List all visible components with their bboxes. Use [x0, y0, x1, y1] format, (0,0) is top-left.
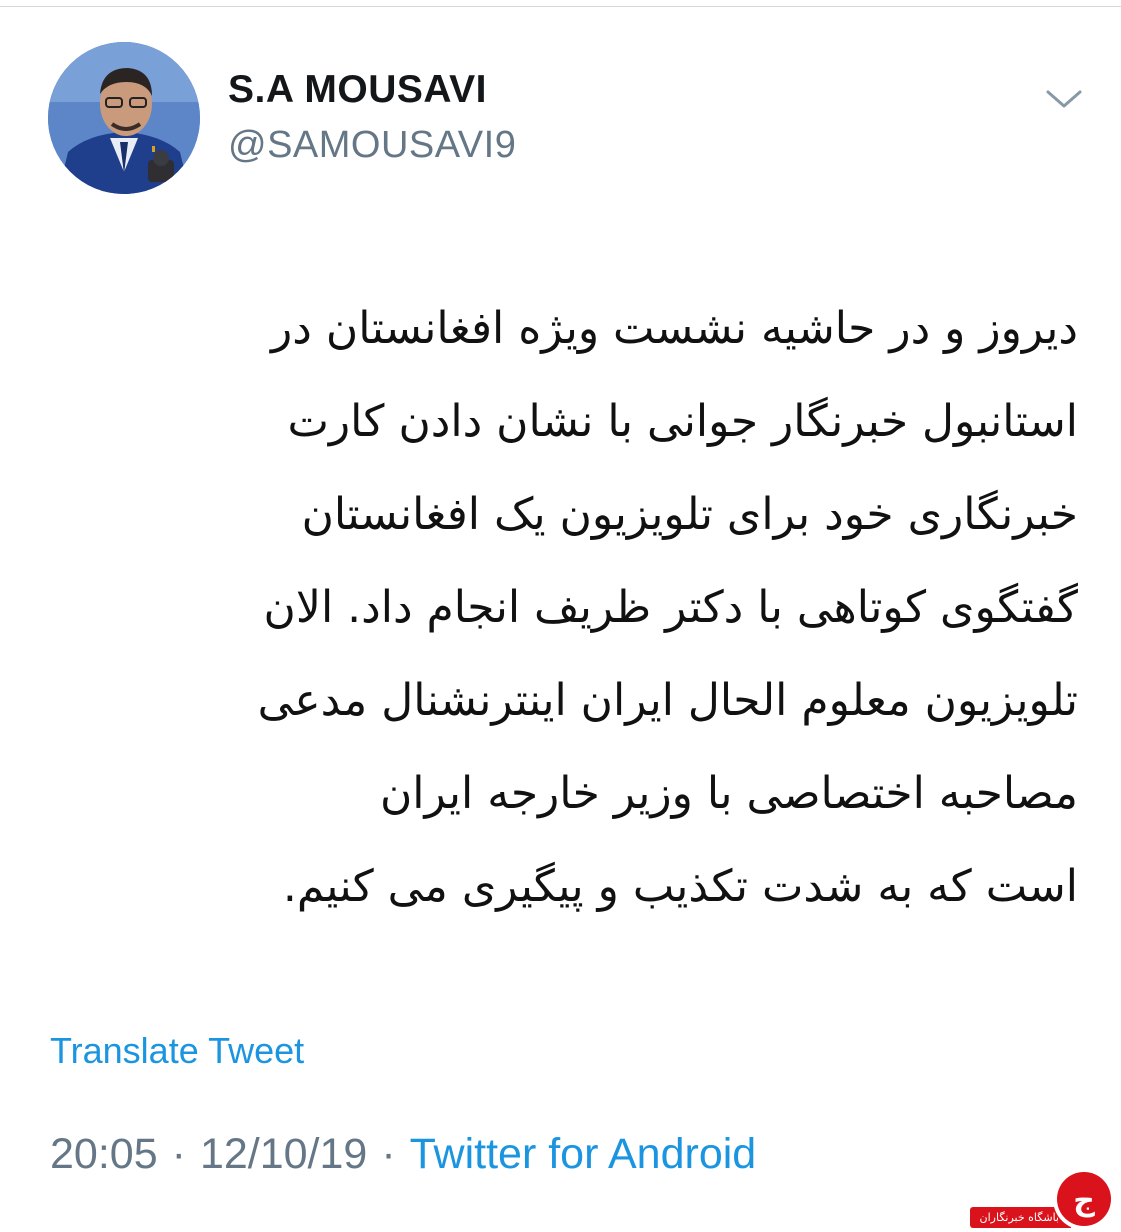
tweet-text: دیروز و در حاشیه نشست ویژه افغانستان در …	[50, 282, 1078, 933]
meta-separator: ·	[381, 1130, 396, 1178]
tweet-time: 20:05	[50, 1130, 158, 1178]
tweet-text-line: مصاحبه اختصاصی با وزیر خارجه ایران	[379, 768, 1078, 819]
tweet-text-line: تلویزیون معلوم الحال ایران اینترنشنال مد…	[257, 675, 1078, 726]
tweet-text-line: استانبول خبرنگار جوانی با نشان دادن کارت	[287, 396, 1078, 447]
tweet-text-line: دیروز و در حاشیه نشست ویژه افغانستان در	[271, 303, 1078, 354]
avatar[interactable]	[48, 42, 200, 194]
user-handle[interactable]: @SAMOUSAVI9	[228, 124, 516, 167]
meta-separator: ·	[171, 1130, 186, 1178]
watermark: باشگاه خبرنگاران ج	[969, 1160, 1121, 1232]
tweet-meta: 20:05 · 12/10/19 · Twitter for Android	[50, 1130, 756, 1179]
top-divider	[0, 6, 1121, 7]
tweet-source-link[interactable]: Twitter for Android	[410, 1130, 757, 1178]
translate-tweet-link[interactable]: Translate Tweet	[50, 1030, 304, 1072]
watermark-logo-letter: ج	[1073, 1183, 1095, 1218]
tweet-text-line: خبرنگاری خود برای تلویزیون یک افغانستان	[301, 489, 1078, 540]
display-name[interactable]: S.A MOUSAVI	[228, 68, 487, 112]
chevron-down-icon[interactable]	[1040, 82, 1088, 118]
tweet-text-line: گفتگوی کوتاهی با دکتر ظریف انجام داد. ال…	[263, 582, 1078, 633]
avatar-image	[48, 42, 200, 194]
watermark-logo-icon: ج	[1053, 1168, 1115, 1230]
tweet-text-line: است که به شدت تکذیب و پیگیری می کنیم.	[282, 861, 1078, 912]
tweet-date: 12/10/19	[199, 1130, 368, 1178]
